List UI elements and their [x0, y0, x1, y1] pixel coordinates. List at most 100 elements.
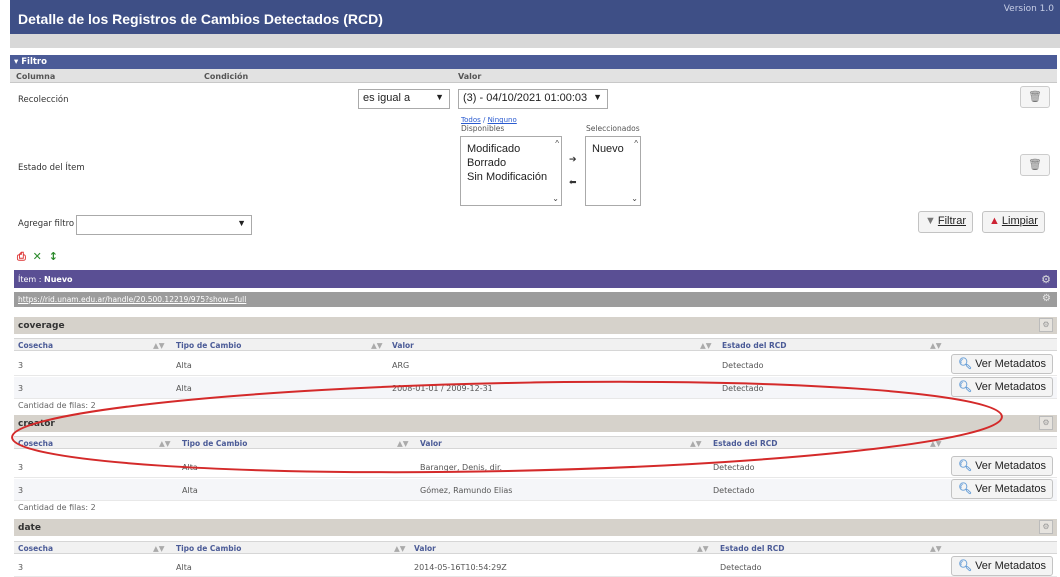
table-row: 3 Alta ARG Detectado 🔍︎ Ver Metadatos — [14, 354, 1057, 376]
gear-icon[interactable]: ⚙ — [1039, 318, 1053, 332]
move-left-icon[interactable]: ⬅ — [569, 178, 577, 188]
tipo-header[interactable]: Tipo de Cambio — [176, 341, 241, 350]
valor-cell: 2014-05-16T10:54:29Z — [414, 563, 507, 572]
gear-icon[interactable]: ⚙ — [1041, 273, 1051, 286]
estado-header[interactable]: Estado del RCD — [713, 439, 778, 448]
sort-icon[interactable]: ▲▼ — [153, 544, 165, 553]
add-filter-select[interactable]: ▼ — [76, 215, 252, 235]
sort-icon[interactable]: ▲▼ — [697, 544, 709, 553]
selected-list[interactable]: Nuevo ^ ⌄ — [585, 136, 641, 206]
filter-section-header[interactable]: ▾ Filtro — [10, 55, 1057, 69]
select-none-link[interactable]: Ninguno — [488, 116, 517, 124]
list-item[interactable]: Nuevo — [586, 137, 640, 156]
list-item[interactable]: Sin Modificación — [461, 170, 561, 184]
sort-icon[interactable]: ▲▼ — [700, 341, 712, 350]
list-item[interactable]: Modificado — [461, 137, 561, 156]
view-metadata-button[interactable]: 🔍︎ Ver Metadatos — [951, 456, 1053, 476]
sort-icon[interactable]: ▲▼ — [371, 341, 383, 350]
cosecha-header[interactable]: Cosecha — [18, 439, 53, 448]
magnifier-icon: 🔍︎ — [958, 560, 976, 572]
item-url[interactable]: https://rid.unam.edu.ar/handle/20.500.12… — [18, 295, 246, 304]
scroll-down-icon[interactable]: ⌄ — [552, 194, 559, 203]
tipo-header[interactable]: Tipo de Cambio — [176, 544, 241, 553]
scroll-down-icon[interactable]: ⌄ — [631, 194, 638, 203]
excel-icon[interactable]: ✕ — [33, 250, 42, 263]
filter-button[interactable]: ▼ Filtrar — [918, 211, 973, 233]
gear-icon[interactable]: ⚙ — [1039, 416, 1053, 430]
sort-icon[interactable]: ▲▼ — [930, 341, 942, 350]
version-label: Version 1.0 — [1003, 4, 1054, 14]
scroll-up-icon[interactable]: ^ — [634, 139, 638, 148]
row-count: Cantidad de filas: 2 — [18, 503, 96, 512]
list-item[interactable]: Borrado — [461, 156, 561, 170]
gear-icon[interactable]: ⚙ — [1039, 520, 1053, 534]
sort-icon[interactable]: ▲▼ — [690, 439, 702, 448]
filter-column-headers: Columna Condición Valor — [10, 69, 1057, 83]
valor-header[interactable]: Valor — [392, 341, 414, 350]
select-all-none-links: Todos / Ninguno — [461, 116, 517, 124]
trash-icon[interactable]: 🗑 — [1020, 86, 1050, 108]
add-filter-label: Agregar filtro — [18, 219, 75, 229]
pdf-icon[interactable]: ⎙ — [17, 250, 26, 263]
table-header: Cosecha ▲▼ Tipo de Cambio ▲▼ Valor ▲▼ Estad… — [14, 436, 1057, 449]
valor-header[interactable]: Valor — [420, 439, 442, 448]
item-header: Ítem : Nuevo ⚙ — [14, 270, 1057, 288]
cosecha-cell: 3 — [18, 361, 24, 370]
move-right-icon[interactable]: ➔ — [569, 155, 577, 165]
tipo-cell: Alta — [176, 384, 192, 393]
valor-cell: 2008-01-01 / 2009-12-31 — [392, 384, 493, 393]
select-all-link[interactable]: Todos — [461, 116, 481, 124]
trash-icon[interactable]: 🗑 — [1020, 154, 1050, 176]
view-metadata-label: Ver Metadatos — [975, 381, 1046, 393]
item-url-link[interactable]: https://rid.unam.edu.ar/handle/20.500.12… — [14, 292, 1057, 307]
available-list[interactable]: Modificado Borrado Sin Modificación ^ ⌄ — [460, 136, 562, 206]
chevron-down-icon: ▼ — [593, 92, 602, 102]
clear-button[interactable]: ▲ Limpiar — [982, 211, 1045, 233]
tipo-cell: Alta — [176, 361, 192, 370]
magnifier-icon: 🔍︎ — [958, 460, 976, 472]
view-metadata-button[interactable]: 🔍︎ Ver Metadatos — [951, 556, 1053, 576]
group-header-creator: creator ⚙ — [14, 415, 1057, 432]
estado-header[interactable]: Estado del RCD — [720, 544, 785, 553]
group-header-coverage: coverage ⚙ — [14, 317, 1057, 334]
page-title: Detalle de los Registros de Cambios Dete… — [18, 11, 383, 27]
available-label: Disponibles — [461, 124, 505, 133]
sort-icon[interactable]: ▲▼ — [159, 439, 171, 448]
view-metadata-button[interactable]: 🔍︎ Ver Metadatos — [951, 377, 1053, 397]
gear-icon[interactable]: ⚙ — [1042, 293, 1051, 304]
sort-icon[interactable]: ▲▼ — [153, 341, 165, 350]
sort-icon[interactable]: ↕ — [49, 250, 58, 263]
magnifier-icon: 🔍︎ — [958, 358, 976, 370]
recoleccion-value-select[interactable]: (3) - 04/10/2021 01:00:03 ▼ — [458, 89, 608, 109]
chevron-down-icon: ▼ — [435, 92, 444, 102]
valor-header[interactable]: Valor — [414, 544, 436, 553]
scroll-up-icon[interactable]: ^ — [555, 139, 559, 148]
estado-cell: Detectado — [720, 563, 762, 572]
view-metadata-button[interactable]: 🔍︎ Ver Metadatos — [951, 354, 1053, 374]
item-label: Ítem : — [18, 275, 42, 284]
view-metadata-label: Ver Metadatos — [975, 460, 1046, 472]
cosecha-header[interactable]: Cosecha — [18, 544, 53, 553]
condition-header: Condición — [204, 72, 249, 81]
sort-icon[interactable]: ▲▼ — [397, 439, 409, 448]
tipo-cell: Alta — [182, 463, 198, 472]
sort-icon[interactable]: ▲▼ — [930, 544, 942, 553]
cosecha-cell: 3 — [18, 384, 24, 393]
table-row: 3 Alta 2014-05-16T10:54:29Z Detectado 🔍︎… — [14, 556, 1057, 577]
tipo-header[interactable]: Tipo de Cambio — [182, 439, 247, 448]
filter-title: Filtro — [21, 57, 47, 67]
cosecha-cell: 3 — [18, 463, 24, 472]
cosecha-header[interactable]: Cosecha — [18, 341, 53, 350]
tipo-cell: Alta — [176, 563, 192, 572]
sort-icon[interactable]: ▲▼ — [394, 544, 406, 553]
table-header: Cosecha ▲▼ Tipo de Cambio ▲▼ Valor ▲▼ Estad… — [14, 541, 1057, 554]
sort-icon[interactable]: ▲▼ — [930, 439, 942, 448]
magnifier-icon: 🔍︎ — [958, 381, 976, 393]
clear-button-label: Limpiar — [1001, 215, 1038, 227]
filter-button-label: Filtrar — [937, 215, 966, 227]
view-metadata-button[interactable]: 🔍︎ Ver Metadatos — [951, 479, 1053, 499]
estado-header[interactable]: Estado del RCD — [722, 341, 787, 350]
title-bar: Detalle de los Registros de Cambios Dete… — [10, 0, 1060, 34]
condition-select[interactable]: es igual a ▼ — [358, 89, 450, 109]
magnifier-icon: 🔍︎ — [958, 483, 976, 495]
